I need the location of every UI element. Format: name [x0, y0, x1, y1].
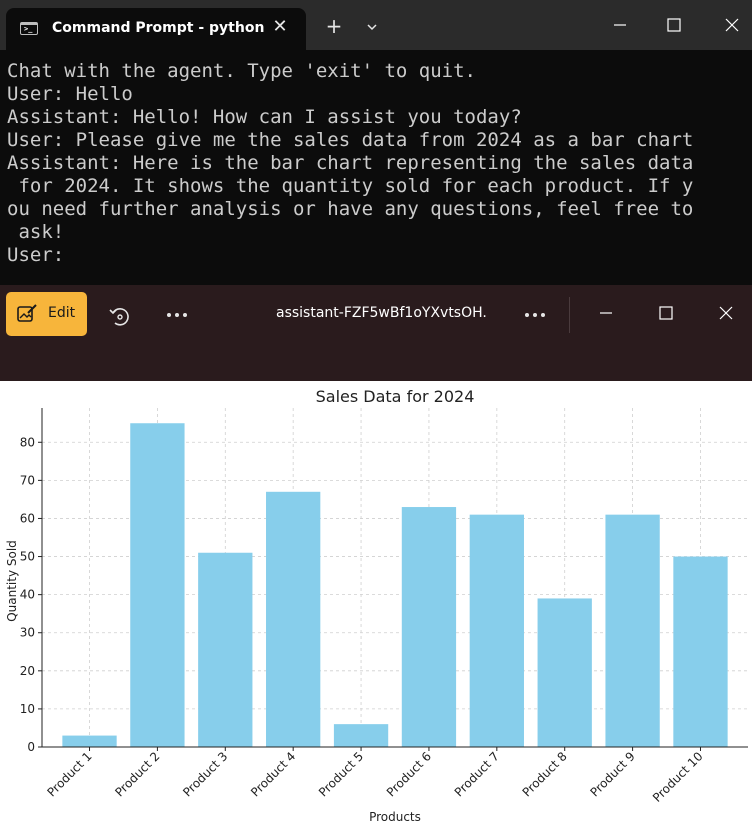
x-tick-label: Product 1	[44, 749, 94, 799]
bar	[537, 598, 592, 747]
terminal-line: User: Please give me the sales data from…	[7, 129, 694, 151]
terminal-line: for 2024. It shows the quantity sold for…	[7, 175, 694, 197]
y-tick-label: 30	[20, 626, 35, 640]
x-tick-label: Product 9	[588, 749, 638, 799]
x-axis-ticks: Product 1 Product 2 Product 3 Product 4 Prod…	[44, 747, 706, 805]
bar	[469, 514, 524, 747]
y-tick-label: 0	[27, 740, 35, 754]
more-options-icon[interactable]	[162, 305, 192, 325]
x-axis-label: Products	[369, 810, 421, 822]
bar	[401, 507, 457, 747]
viewer-minimize-icon[interactable]	[592, 297, 620, 329]
viewer-close-icon[interactable]	[712, 297, 740, 329]
y-tick-label: 70	[20, 473, 35, 487]
tab-title: Command Prompt - python b	[52, 20, 264, 36]
chart-title: Sales Data for 2024	[316, 387, 475, 406]
x-tick-label: Product 4	[248, 749, 298, 799]
x-tick-label: Product 8	[520, 749, 570, 799]
edit-image-icon	[16, 303, 38, 325]
rotate-icon[interactable]	[106, 303, 132, 329]
x-tick-label: Product 3	[180, 749, 230, 799]
x-tick-label: Product 2	[112, 749, 162, 799]
y-tick-label: 50	[20, 550, 35, 564]
maximize-icon[interactable]	[646, 0, 702, 50]
bar	[62, 735, 117, 747]
title-more-options-icon[interactable]	[520, 305, 550, 325]
terminal-titlebar: >_ Command Prompt - python b ✕ +	[0, 0, 752, 50]
close-window-icon[interactable]	[704, 0, 752, 50]
y-axis-label: Quantity Sold	[5, 540, 19, 622]
bar	[198, 552, 253, 747]
toolbar-divider	[569, 297, 570, 333]
tab-dropdown-chevron-icon[interactable]	[358, 14, 386, 40]
chart-image: Sales Data for 2024 0 10 20 30 40 50 60 70 80 Pr…	[0, 381, 752, 824]
x-tick-label: Product 10	[650, 749, 706, 805]
y-tick-label: 10	[20, 702, 35, 716]
terminal-line: ask!	[7, 221, 65, 243]
bar	[673, 556, 728, 747]
y-tick-label: 20	[20, 664, 35, 678]
bar-chart: Sales Data for 2024 0 10 20 30 40 50 60 70 80 Pr…	[5, 387, 748, 824]
bar	[333, 724, 389, 747]
chart-bars	[62, 423, 728, 747]
viewer-toolbar: Edit assistant-FZF5wBf1oYXvtsOH...	[0, 285, 752, 381]
viewer-maximize-icon[interactable]	[652, 297, 680, 329]
y-tick-label: 60	[20, 511, 35, 525]
terminal-prompt: User:	[7, 244, 65, 266]
terminal-line: Chat with the agent. Type 'exit' to quit…	[7, 60, 476, 82]
y-tick-label: 80	[20, 435, 35, 449]
x-tick-label: Product 5	[316, 749, 366, 799]
y-axis-ticks: 0 10 20 30 40 50 60 70 80	[20, 435, 42, 754]
terminal-icon: >_	[20, 22, 38, 35]
terminal-line: ou need further analysis or have any que…	[7, 198, 694, 220]
terminal-line: Assistant: Here is the bar chart represe…	[7, 152, 694, 174]
terminal-tab[interactable]: >_ Command Prompt - python b ✕	[6, 8, 306, 50]
x-tick-label: Product 6	[384, 749, 434, 799]
bar	[266, 491, 321, 747]
terminal-line: User: Hello	[7, 83, 133, 105]
tab-close-icon[interactable]: ✕	[270, 17, 290, 37]
image-file-title: assistant-FZF5wBf1oYXvtsOH...	[276, 305, 486, 321]
terminal-line: Assistant: Hello! How can I assist you t…	[7, 106, 522, 128]
bar	[130, 423, 185, 747]
terminal-output[interactable]: Chat with the agent. Type 'exit' to quit…	[0, 50, 752, 285]
minimize-icon[interactable]	[592, 0, 648, 50]
bar	[605, 514, 660, 747]
x-tick-label: Product 7	[452, 749, 502, 799]
edit-button[interactable]: Edit	[6, 292, 87, 336]
new-tab-plus-icon[interactable]: +	[320, 14, 348, 40]
y-tick-label: 40	[20, 588, 35, 602]
edit-label: Edit	[48, 305, 76, 321]
